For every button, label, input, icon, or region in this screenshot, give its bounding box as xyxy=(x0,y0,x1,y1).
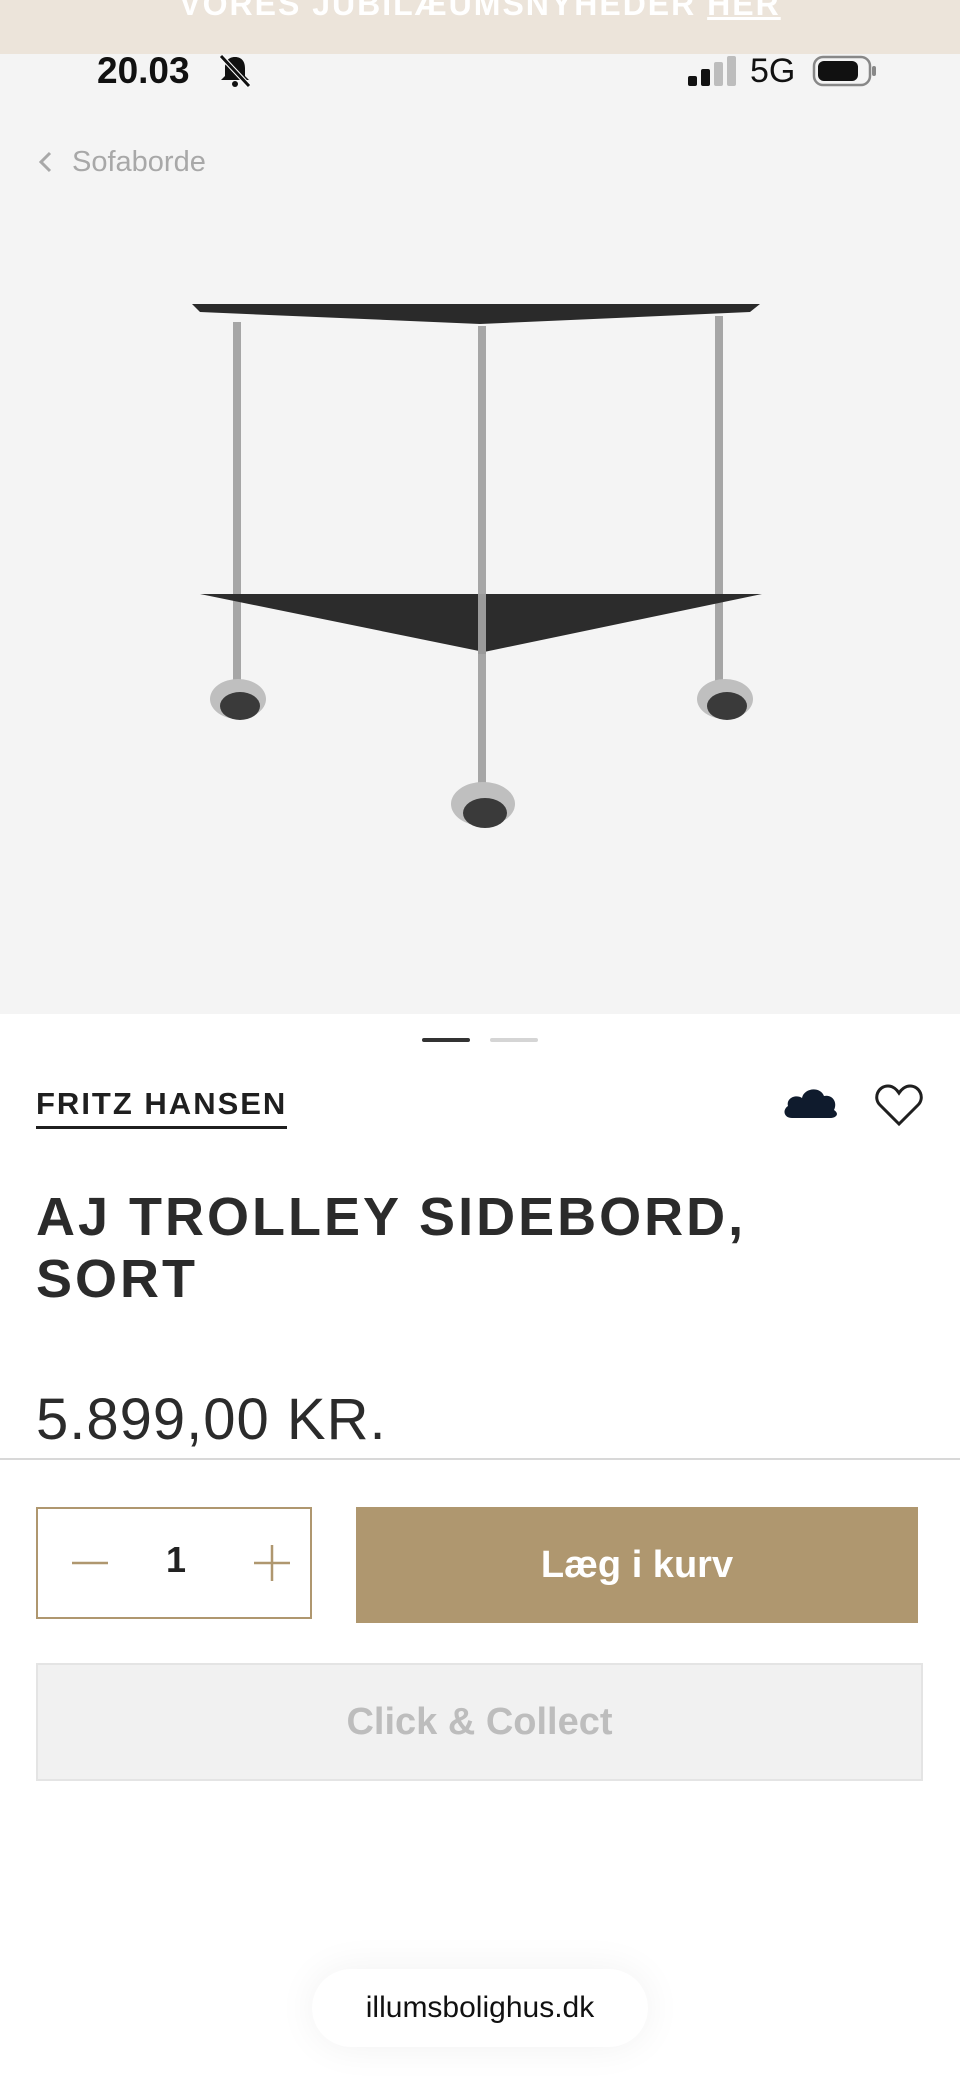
product-image xyxy=(192,304,762,828)
breadcrumb-back[interactable]: Sofaborde xyxy=(36,144,206,180)
divider xyxy=(0,1458,960,1460)
heart-icon[interactable] xyxy=(874,1082,924,1128)
promo-banner[interactable]: VORES JUBILÆUMSNYHEDER HER xyxy=(0,0,960,54)
url-text: illumsbolighus.dk xyxy=(365,1991,595,2024)
add-to-cart-button[interactable]: Læg i kurv xyxy=(356,1507,918,1623)
brand-link[interactable]: FRITZ HANSEN xyxy=(36,1086,288,1129)
status-time: 20.03 xyxy=(97,50,190,91)
promo-text: VORES JUBILÆUMSNYHEDER HER xyxy=(0,0,960,23)
carousel-dot-1[interactable] xyxy=(422,1038,470,1042)
promo-label: VORES JUBILÆUMSNYHEDER xyxy=(179,0,697,22)
bell-slash-icon xyxy=(219,54,251,88)
quantity-value: 1 xyxy=(165,1539,187,1580)
cloud-icon[interactable] xyxy=(780,1082,840,1122)
minus-icon[interactable] xyxy=(68,1541,112,1585)
battery-icon xyxy=(812,55,876,87)
product-gallery[interactable]: Sofaborde xyxy=(0,54,960,1042)
breadcrumb-label: Sofaborde xyxy=(72,145,206,178)
carousel-dot-2[interactable] xyxy=(490,1038,538,1042)
chevron-left-icon xyxy=(38,151,52,173)
signal-icon xyxy=(688,56,736,86)
plus-icon[interactable] xyxy=(250,1541,294,1585)
network-label: 5G xyxy=(750,52,796,90)
browser-url-bar[interactable]: illumsbolighus.dk xyxy=(312,1969,648,2047)
product-price: 5.899,00 KR. xyxy=(36,1387,387,1452)
product-title: AJ TROLLEY SIDEBORD, SORT xyxy=(36,1187,747,1309)
quantity-stepper[interactable]: 1 xyxy=(36,1507,312,1619)
click-collect-button[interactable]: Click & Collect xyxy=(36,1663,923,1781)
promo-link[interactable]: HER xyxy=(707,0,781,22)
